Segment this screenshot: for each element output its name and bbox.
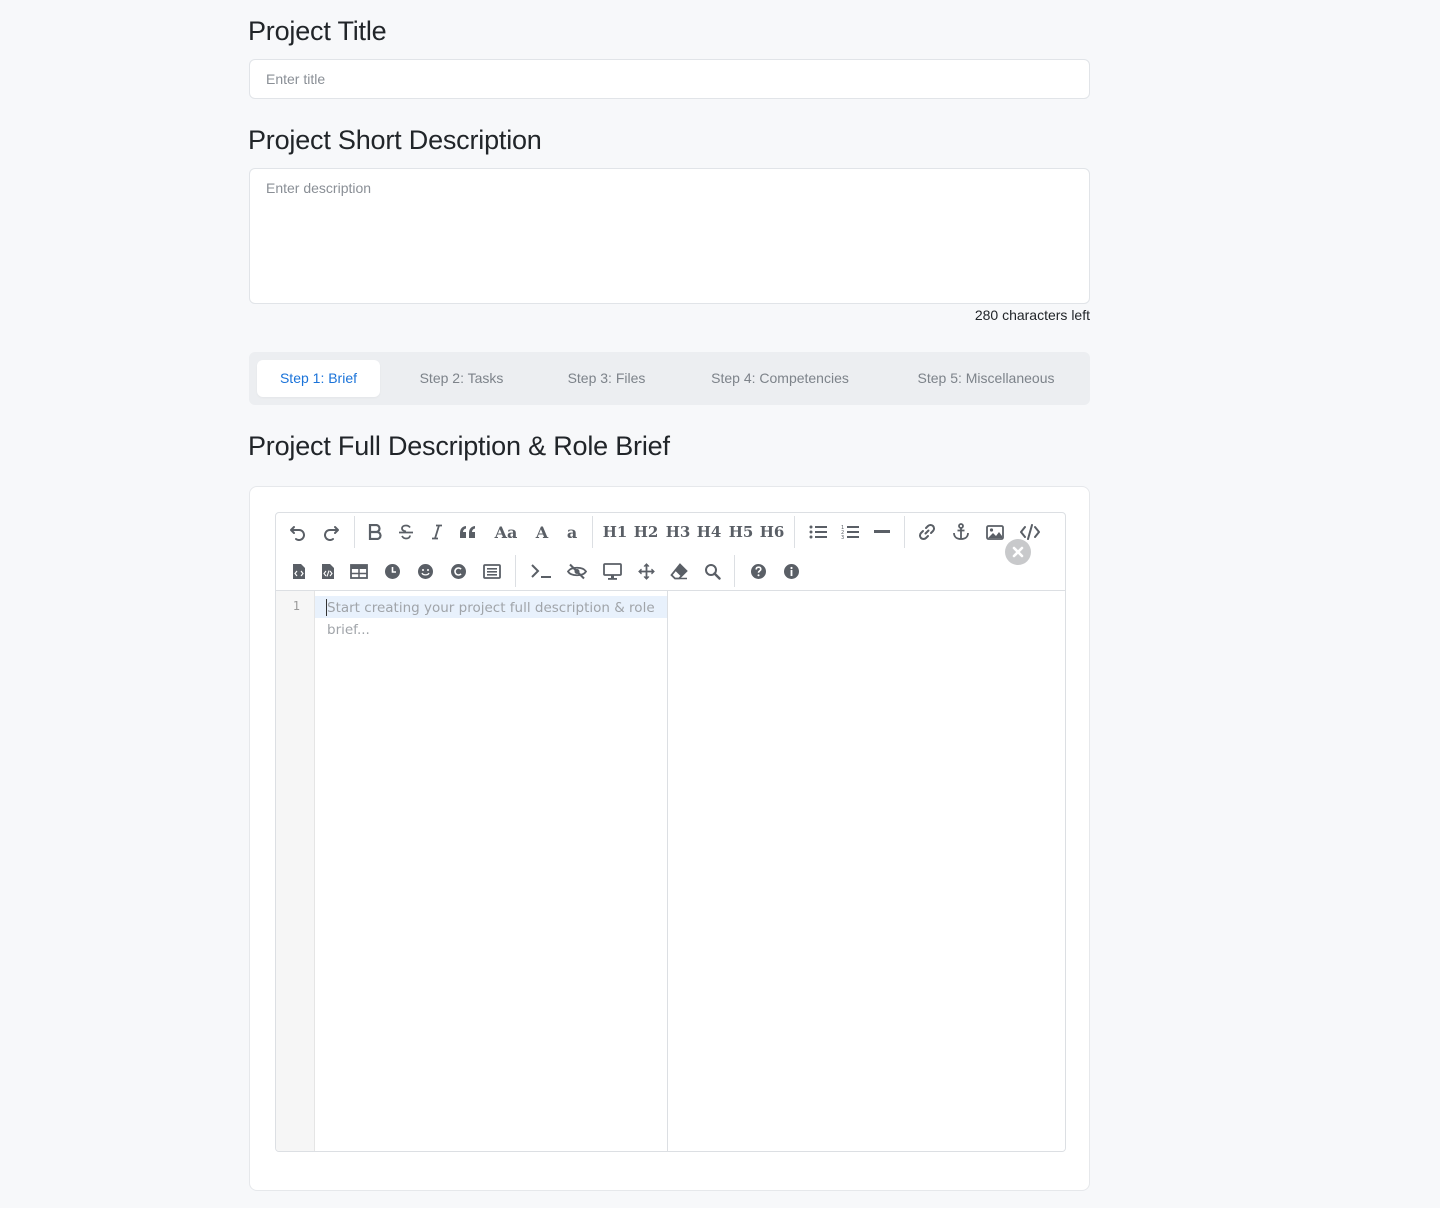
short-description-heading: Project Short Description <box>248 125 542 155</box>
fullscreen-preview-icon[interactable] <box>598 557 626 585</box>
project-title-heading: Project Title <box>248 16 387 46</box>
full-description-heading: Project Full Description & Role Brief <box>248 431 670 461</box>
editor-card: Aa A a H1 H2 H3 H4 H5 H6 123 1 Start cre… <box>249 486 1090 1191</box>
toolbar-divider <box>794 516 795 548</box>
heading-1-icon[interactable]: H1 <box>601 518 629 546</box>
markdown-preview-pane <box>668 591 1065 1151</box>
step-tabs: Step 1: Brief Step 2: Tasks Step 3: File… <box>249 352 1090 405</box>
line-number-gutter: 1 <box>276 591 315 1151</box>
svg-text:3: 3 <box>841 535 844 540</box>
copyright-icon[interactable] <box>444 557 472 585</box>
move-icon[interactable] <box>632 557 660 585</box>
editor-placeholder: Start creating your project full descrip… <box>327 600 655 638</box>
quote-icon[interactable] <box>454 518 482 546</box>
heading-6-icon[interactable]: H6 <box>758 518 786 546</box>
page-break-icon[interactable] <box>478 557 506 585</box>
close-icon[interactable] <box>1005 539 1031 565</box>
heading-3-icon[interactable]: H3 <box>664 518 692 546</box>
markdown-editor: Aa A a H1 H2 H3 H4 H5 H6 123 1 Start cre… <box>275 512 1066 1152</box>
hide-preview-icon[interactable] <box>563 557 591 585</box>
terminal-icon[interactable] <box>527 557 555 585</box>
bulleted-list-icon[interactable] <box>804 518 832 546</box>
numbered-list-icon[interactable]: 123 <box>836 518 864 546</box>
toolbar-divider <box>592 516 593 548</box>
image-icon[interactable] <box>981 518 1009 546</box>
editor-toolbar: Aa A a H1 H2 H3 H4 H5 H6 123 <box>276 513 1065 591</box>
anchor-icon[interactable] <box>947 518 975 546</box>
strikethrough-icon[interactable] <box>392 518 420 546</box>
undo-icon[interactable] <box>284 518 312 546</box>
heading-5-icon[interactable]: H5 <box>727 518 755 546</box>
bold-icon[interactable] <box>361 518 389 546</box>
line-number: 1 <box>292 599 300 613</box>
help-icon[interactable] <box>744 557 772 585</box>
table-icon[interactable] <box>345 557 373 585</box>
heading-2-icon[interactable]: H2 <box>632 518 660 546</box>
project-title-input[interactable] <box>249 59 1090 99</box>
toolbar-divider <box>354 516 355 548</box>
characters-left-counter: 280 characters left <box>974 307 1090 323</box>
toolbar-divider <box>515 555 516 587</box>
change-case-icon[interactable]: Aa <box>491 518 521 546</box>
short-description-textarea[interactable] <box>249 168 1090 304</box>
emoji-icon[interactable] <box>411 557 439 585</box>
tab-step-4-competencies[interactable]: Step 4: Competencies <box>685 360 875 397</box>
tab-step-1-brief[interactable]: Step 1: Brief <box>257 360 380 397</box>
redo-icon[interactable] <box>317 518 345 546</box>
lowercase-icon[interactable]: a <box>558 518 586 546</box>
code-block-file-icon[interactable] <box>314 557 342 585</box>
text-cursor <box>326 599 327 616</box>
horizontal-rule-icon[interactable] <box>868 518 896 546</box>
code-file-icon[interactable] <box>285 557 313 585</box>
heading-4-icon[interactable]: H4 <box>695 518 723 546</box>
italic-icon[interactable] <box>423 518 451 546</box>
tab-step-5-miscellaneous[interactable]: Step 5: Miscellaneous <box>890 360 1082 397</box>
uppercase-icon[interactable]: A <box>528 518 556 546</box>
eraser-icon[interactable] <box>665 557 693 585</box>
link-icon[interactable] <box>913 518 941 546</box>
tab-step-3-files[interactable]: Step 3: Files <box>543 360 670 397</box>
clock-icon[interactable] <box>378 557 406 585</box>
search-icon[interactable] <box>698 557 726 585</box>
tab-step-2-tasks[interactable]: Step 2: Tasks <box>395 360 528 397</box>
toolbar-divider <box>734 555 735 587</box>
info-icon[interactable] <box>777 557 805 585</box>
toolbar-divider <box>904 516 905 548</box>
markdown-input-pane[interactable]: Start creating your project full descrip… <box>315 591 668 1151</box>
